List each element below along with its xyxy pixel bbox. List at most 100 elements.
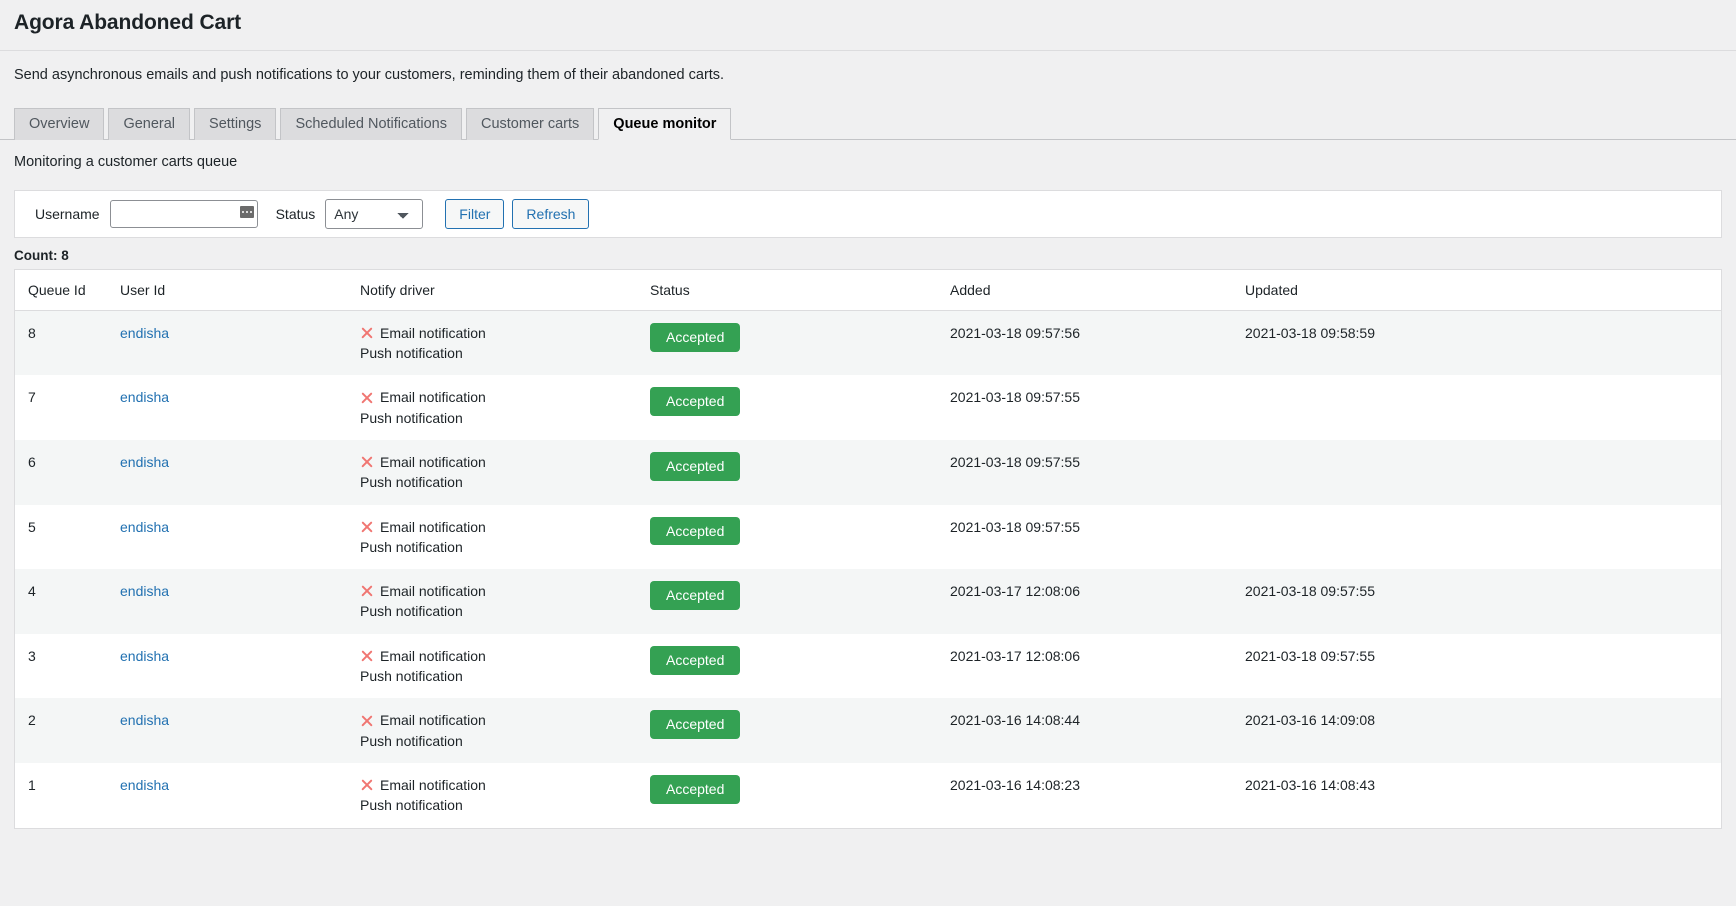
queue-table-container: Queue Id User Id Notify driver Status Added U… [14, 268, 1722, 829]
user-link[interactable]: endisha [120, 389, 169, 405]
username-label: Username [35, 205, 100, 222]
user-link[interactable]: endisha [120, 519, 169, 535]
driver-email-label: Email notification [380, 518, 486, 535]
tab-overview[interactable]: Overview [14, 108, 105, 141]
x-mark-icon [360, 456, 373, 469]
cell-updated: 2021-03-16 14:08:43 [1245, 776, 1375, 793]
driver-push-row: Push notification [360, 408, 640, 428]
table-row: 6 endisha Email notification Push notificat… [15, 439, 1721, 505]
driver-push-row: Push notification [360, 731, 640, 751]
user-link[interactable]: endisha [120, 583, 169, 599]
cell-added: 2021-03-18 09:57:55 [950, 389, 1080, 406]
status-badge: Accepted [650, 645, 741, 675]
driver-email-row: Email notification [360, 710, 640, 730]
username-field-wrap [109, 199, 258, 228]
cell-user-id: endisha [120, 505, 360, 570]
driver-email-row: Email notification [360, 581, 640, 601]
cell-status: Accepted [650, 634, 950, 699]
cell-user-id: endisha [120, 634, 360, 699]
tab-customer-carts[interactable]: Customer carts [465, 108, 595, 141]
cell-queue-id: 6 [28, 453, 36, 470]
cell-added: 2021-03-18 09:57:56 [950, 324, 1080, 341]
cell-notify-driver: Email notification Push notification [360, 505, 650, 570]
driver-email-label: Email notification [380, 776, 486, 793]
cell-notify-driver: Email notification Push notification [360, 310, 650, 375]
cell-updated: 2021-03-18 09:57:55 [1245, 647, 1375, 664]
driver-email-label: Email notification [380, 583, 486, 600]
driver-email-row: Email notification [360, 387, 640, 407]
tab-settings[interactable]: Settings [194, 108, 277, 141]
cell-added: 2021-03-18 09:57:55 [950, 518, 1080, 535]
tab-queue-monitor[interactable]: Queue monitor [598, 108, 732, 141]
tab-general[interactable]: General [108, 108, 191, 141]
table-row: 4 endisha Email notification Push notificat… [15, 569, 1721, 634]
cell-queue-id: 8 [28, 324, 36, 341]
table-header-row: Queue Id User Id Notify driver Status Added U… [15, 269, 1721, 311]
cell-user-id: endisha [120, 440, 360, 505]
driver-push-label: Push notification [360, 797, 463, 814]
user-link[interactable]: endisha [120, 325, 169, 341]
table-row: 3 endisha Email notification Push notificat… [15, 633, 1721, 699]
column-header-updated: Updated [1245, 269, 1721, 311]
driver-push-label: Push notification [360, 409, 463, 426]
driver-email-label: Email notification [380, 453, 486, 470]
driver-push-row: Push notification [360, 343, 640, 363]
driver-push-label: Push notification [360, 732, 463, 749]
driver-email-row: Email notification [360, 517, 640, 537]
x-mark-icon [360, 326, 373, 339]
table-row: 8 endisha Email notification Push notificat… [15, 310, 1721, 376]
status-badge: Accepted [650, 581, 741, 610]
user-link[interactable]: endisha [120, 454, 169, 470]
admin-page: Agora Abandoned Cart Send asynchronous e… [0, 0, 1736, 906]
filter-button[interactable]: Filter [445, 198, 505, 229]
driver-push-label: Push notification [360, 345, 463, 362]
driver-email-row: Email notification [360, 775, 640, 795]
tab-scheduled-notifications[interactable]: Scheduled Notifications [280, 108, 462, 141]
status-badge: Accepted [650, 451, 741, 481]
driver-push-row: Push notification [360, 537, 640, 557]
driver-email-label: Email notification [380, 647, 486, 664]
driver-email-label: Email notification [380, 324, 486, 341]
driver-email-row: Email notification [360, 323, 640, 343]
status-badge: Accepted [650, 387, 741, 417]
driver-push-row: Push notification [360, 795, 640, 815]
x-mark-icon [360, 649, 373, 662]
record-count: Count: 8 [14, 247, 69, 263]
queue-table: Queue Id User Id Notify driver Status Added U… [15, 269, 1721, 828]
cell-user-id: endisha [120, 698, 360, 763]
x-mark-icon [360, 391, 373, 404]
cell-added: 2021-03-17 12:08:06 [950, 647, 1080, 664]
cell-notify-driver: Email notification Push notification [360, 763, 650, 828]
cell-updated: 2021-03-16 14:09:08 [1245, 712, 1375, 729]
cell-updated: 2021-03-18 09:57:55 [1245, 583, 1375, 600]
column-header-status: Status [650, 269, 950, 311]
driver-email-row: Email notification [360, 452, 640, 472]
cell-queue-id: 3 [28, 647, 36, 664]
cell-status: Accepted [650, 569, 950, 634]
cell-added: 2021-03-17 12:08:06 [950, 583, 1080, 600]
cell-queue-id: 4 [28, 583, 36, 600]
status-label: Status [275, 205, 316, 222]
status-badge: Accepted [650, 516, 741, 546]
status-badge: Accepted [650, 774, 741, 804]
x-mark-icon [360, 520, 373, 533]
user-link[interactable]: endisha [120, 712, 169, 728]
cell-queue-id: 7 [28, 389, 36, 406]
user-link[interactable]: endisha [120, 777, 169, 793]
refresh-button[interactable]: Refresh [512, 198, 590, 229]
cell-notify-driver: Email notification Push notification [360, 634, 650, 699]
x-mark-icon [360, 779, 373, 792]
cell-queue-id: 5 [28, 518, 36, 535]
x-mark-icon [360, 585, 373, 598]
user-link[interactable]: endisha [120, 648, 169, 664]
cell-notify-driver: Email notification Push notification [360, 569, 650, 634]
status-select[interactable]: Any [325, 198, 424, 229]
driver-push-label: Push notification [360, 668, 463, 685]
driver-email-row: Email notification [360, 646, 640, 666]
driver-email-label: Email notification [380, 389, 486, 406]
status-badge: Accepted [650, 710, 741, 740]
tab-bar: Overview General Settings Scheduled Notific… [0, 107, 1736, 141]
username-input[interactable] [109, 199, 258, 228]
filter-panel: Username Status Any Filter Refresh [14, 189, 1722, 238]
cell-updated: 2021-03-18 09:58:59 [1245, 324, 1375, 341]
